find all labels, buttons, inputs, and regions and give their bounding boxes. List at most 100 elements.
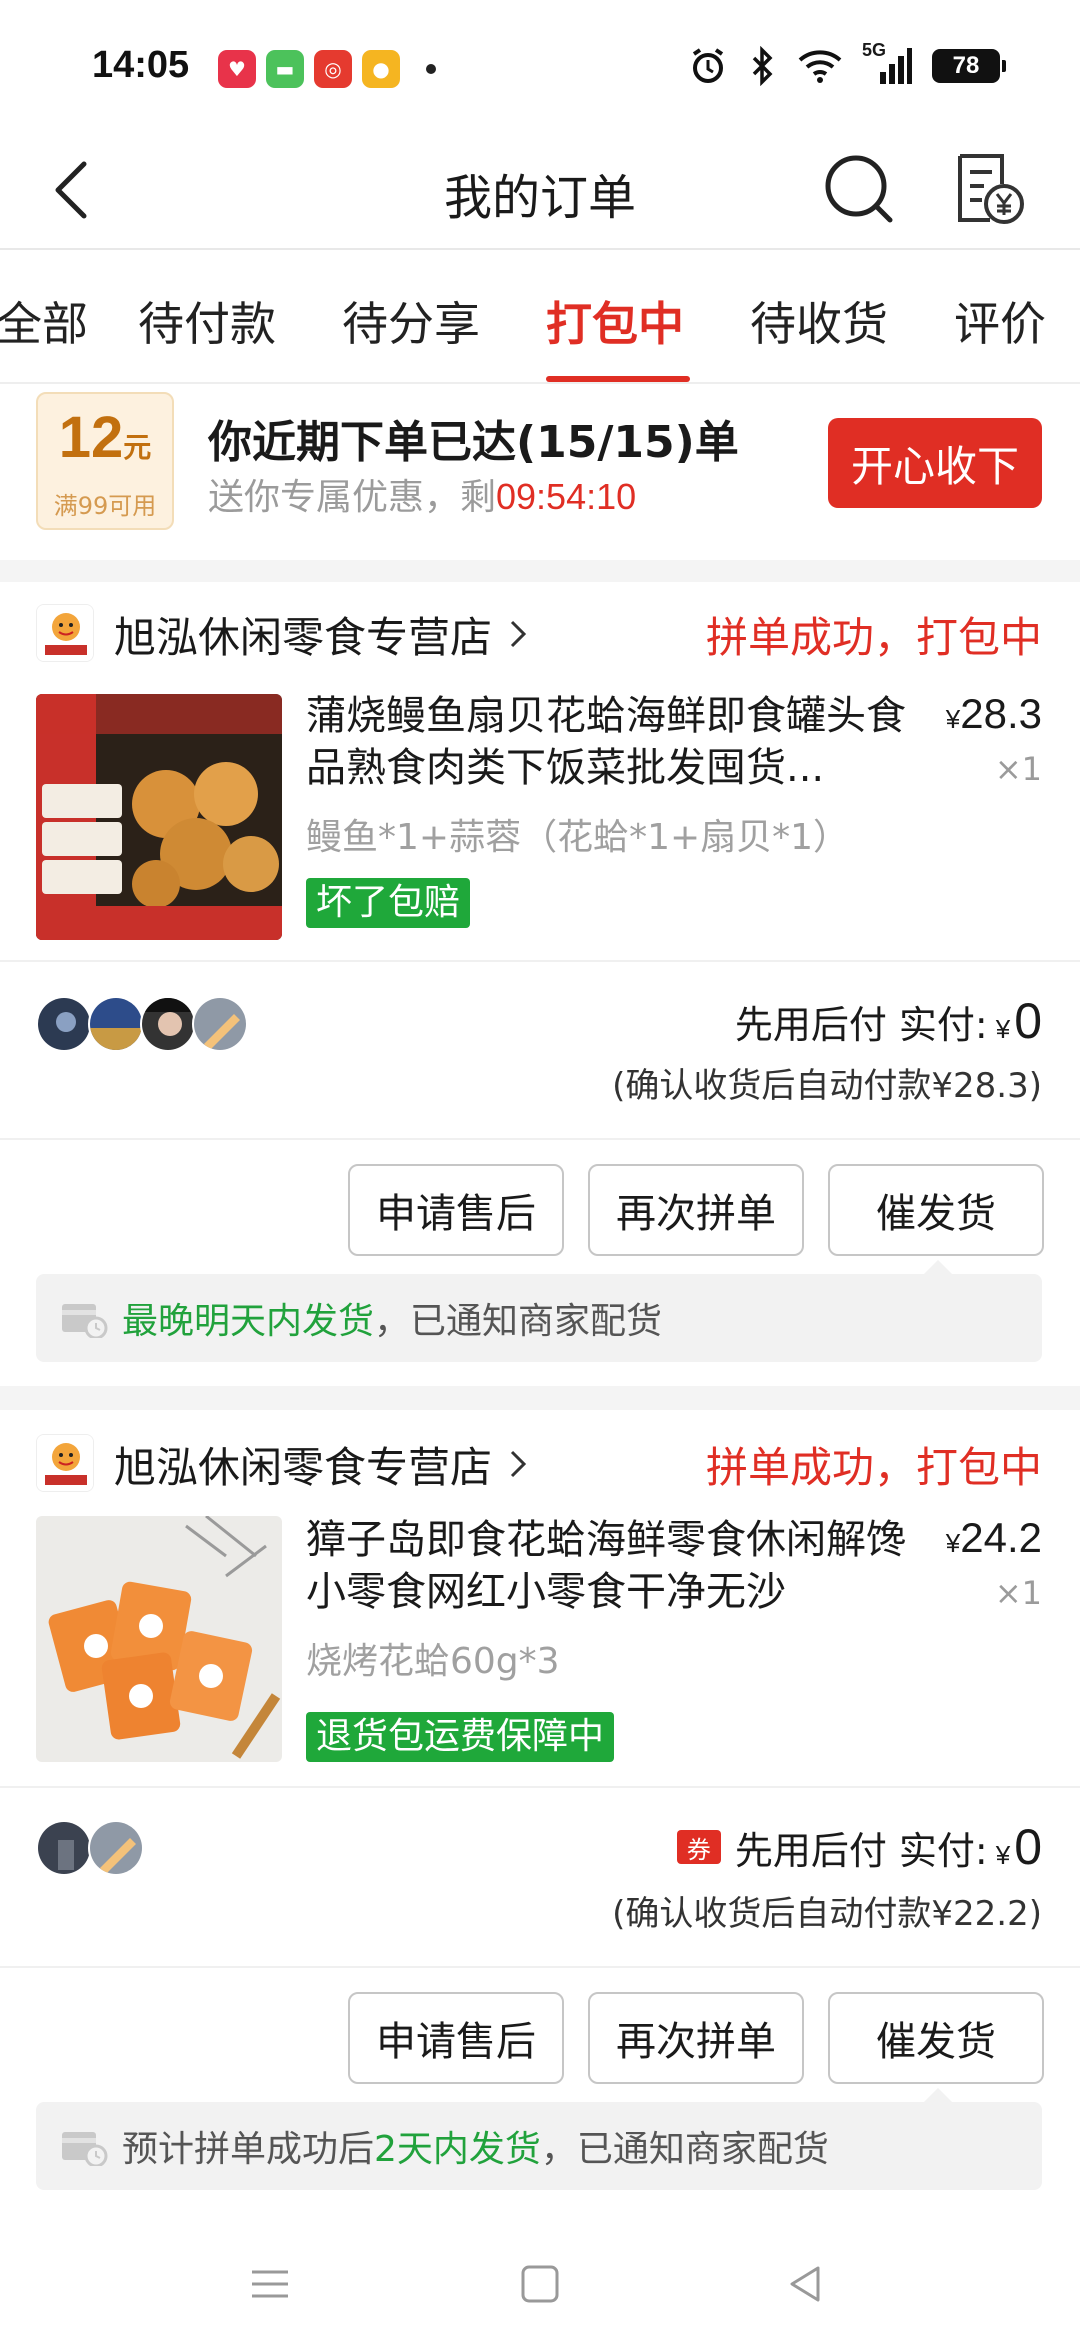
notification-icons: ♥ ▬ ◎ ●: [218, 50, 436, 88]
auto-pay-note: (确认收货后自动付款¥28.3): [612, 1066, 1042, 1106]
system-navigation-bar: [0, 2220, 1080, 2344]
home-icon[interactable]: [518, 2262, 562, 2306]
after-sales-button[interactable]: 申请售后: [348, 1164, 564, 1256]
product-image[interactable]: [36, 1516, 282, 1762]
active-tab-indicator: [546, 376, 690, 382]
product-image[interactable]: [36, 694, 282, 940]
after-sales-button[interactable]: 申请售后: [348, 1992, 564, 2084]
back-nav-icon[interactable]: [784, 2262, 828, 2306]
tab-all[interactable]: 全部: [0, 288, 88, 354]
avatar: [140, 996, 196, 1052]
coupon-chip: 券: [676, 1830, 721, 1864]
shop-logo: [36, 1434, 94, 1492]
avatar: [88, 996, 144, 1052]
tab-pending-payment[interactable]: 待付款: [138, 288, 276, 354]
pay-label: 先用后付 实付:: [734, 1003, 988, 1047]
price-currency: ¥: [945, 1528, 961, 1558]
order-tabs: 全部 待付款 待分享 打包中 待收货 评价: [0, 252, 1080, 384]
order-card: 旭泓休闲零食专营店 拼单成功，打包中 蒲烧鳗鱼扇贝花蛤海鲜即食罐头食品熟食肉类下…: [0, 582, 1080, 1382]
notice-pointer: [924, 1260, 952, 1274]
order-status: 拼单成功，打包中: [705, 1443, 1042, 1492]
urge-shipping-button[interactable]: 催发货: [828, 1164, 1044, 1256]
tab-pending-receipt[interactable]: 待收货: [750, 288, 888, 354]
product-spec: 鳗鱼*1+蒜蓉（花蛤*1+扇贝*1）: [306, 817, 850, 858]
avatar: [88, 1820, 144, 1876]
coupon-timer: 09:54:10: [496, 476, 637, 517]
shop-name[interactable]: 旭泓休闲零食专营店: [114, 1434, 492, 1495]
pay-amount: ¥0: [996, 1818, 1042, 1876]
coupon-subtitle: 送你专属优惠，剩09:54:10: [208, 468, 636, 520]
coupon-banner: 12元 满99可用 你近期下单已达(15/15)单 送你专属优惠，剩09:54:…: [0, 386, 1080, 560]
avatar: [192, 996, 248, 1052]
product-title[interactable]: 蒲烧鳗鱼扇贝花蛤海鲜即食罐头食品熟食肉类下饭菜批发囤货...: [306, 690, 914, 794]
battery-level: 78: [952, 52, 980, 79]
chevron-right-icon[interactable]: [506, 614, 530, 654]
wifi-icon: [798, 50, 842, 83]
product-title[interactable]: 獐子岛即食花蛤海鲜零食休闲解馋小零食网红小零食干净无沙: [306, 1514, 914, 1618]
avatar: [36, 1820, 92, 1876]
system-icons: 5G 78: [688, 40, 1006, 86]
guarantee-badge[interactable]: 退货包运费保障中: [306, 1712, 615, 1762]
divider: [0, 1138, 1080, 1140]
tab-pending-share[interactable]: 待分享: [342, 288, 480, 354]
pay-currency: ¥: [995, 1014, 1011, 1044]
pay-value: 0: [1014, 1819, 1042, 1875]
tab-review[interactable]: 评价: [954, 288, 1046, 354]
coupon-subtitle-text: 送你专属优惠，剩: [208, 477, 497, 518]
divider: [0, 1786, 1080, 1788]
payment-summary: 先用后付 实付: ¥0: [735, 992, 1042, 1050]
auto-pay-note: (确认收货后自动付款¥22.2): [612, 1894, 1042, 1934]
shop-logo: [36, 604, 94, 662]
group-member-avatars[interactable]: [36, 996, 248, 1052]
status-bar: 14:05 ♥ ▬ ◎ ● 5G 78: [0, 0, 1080, 128]
group-again-button[interactable]: 再次拼单: [588, 1992, 804, 2084]
bluetooth-icon: [752, 46, 773, 86]
urge-shipping-button[interactable]: 催发货: [828, 1992, 1044, 2084]
group-again-button[interactable]: 再次拼单: [588, 1164, 804, 1256]
notice-rest: ，已通知商家配货: [374, 1301, 663, 1342]
section-gap: [0, 560, 1080, 582]
group-member-avatars[interactable]: [36, 1820, 144, 1876]
tab-packing[interactable]: 打包中: [546, 288, 684, 354]
search-icon: [825, 155, 893, 223]
coupon-card: 12元 满99可用: [36, 392, 174, 530]
notice-rest: ，已通知商家配货: [540, 2129, 829, 2170]
app-header: 我的订单: [0, 130, 1080, 250]
price-currency: ¥: [945, 704, 961, 734]
status-time: 14:05: [92, 44, 190, 86]
coupon-value: 12: [58, 405, 124, 470]
product-quantity: ×1: [994, 1574, 1042, 1612]
chevron-right-icon[interactable]: [506, 1444, 530, 1484]
love-app-icon: ♥: [218, 50, 256, 88]
divider: [0, 960, 1080, 962]
coupon-unit: 元: [123, 432, 152, 463]
bill-icon: [958, 154, 1024, 224]
shop-name[interactable]: 旭泓休闲零食专营店: [114, 604, 492, 665]
payment-summary: 券 先用后付 实付: ¥0: [676, 1818, 1042, 1876]
notice-text: 预计拼单成功后2天内发货，已通知商家配货: [122, 2120, 829, 2172]
more-notifications-dot: [426, 64, 436, 74]
notice-prefix: 预计拼单成功后: [122, 2129, 375, 2170]
order-status: 拼单成功，打包中: [705, 613, 1042, 662]
battery-icon: 78: [932, 49, 1006, 83]
guarantee-badge[interactable]: 坏了包赔: [306, 878, 471, 928]
pay-amount: ¥0: [996, 992, 1042, 1050]
search-button[interactable]: [818, 148, 902, 232]
notice-pointer: [924, 2088, 952, 2102]
delivery-icon: [62, 2132, 108, 2166]
messages-icon: ▬: [266, 50, 304, 88]
claim-coupon-button[interactable]: 开心收下: [828, 418, 1042, 508]
weibo-icon: ●: [362, 50, 400, 88]
coupon-headline: 你近期下单已达(15/15)单: [208, 417, 739, 468]
page-title: 我的订单: [443, 170, 636, 226]
product-spec: 烧烤花蛤60g*3: [306, 1641, 560, 1682]
menu-icon[interactable]: [248, 2262, 292, 2306]
notice-highlight: 最晚明天内发货: [122, 1301, 375, 1342]
avatar: [36, 996, 92, 1052]
section-gap: [0, 1386, 1080, 1410]
pay-label: 先用后付 实付:: [734, 1829, 988, 1873]
bill-button[interactable]: [946, 146, 1030, 230]
alarm-icon: [692, 48, 724, 83]
order-card: 旭泓休闲零食专营店 拼单成功，打包中 獐子岛即食花蛤海鲜零食休闲解馋小零食网红小…: [0, 1410, 1080, 2210]
shipping-notice: 预计拼单成功后2天内发货，已通知商家配货: [36, 2088, 1042, 2190]
